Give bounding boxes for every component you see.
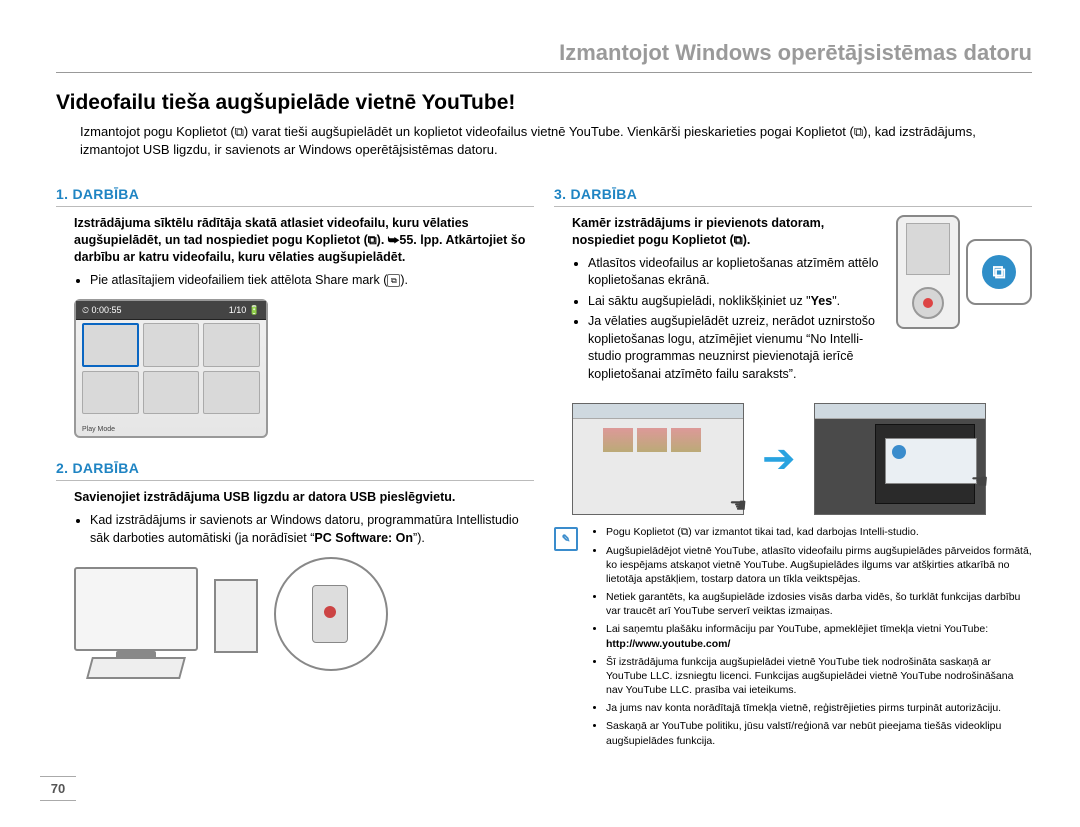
note-item: Netiek garantēts, ka augšupielāde izdosi… — [606, 590, 1032, 618]
step2-instruction: Savienojiet izstrādājuma USB ligzdu ar d… — [74, 489, 534, 506]
note-item: Saskaņā ar YouTube politiku, jūsu valstī… — [606, 719, 1032, 747]
share-mark-icon: ⧉ — [387, 274, 400, 287]
hand-cursor-icon: ☚ — [729, 493, 747, 518]
upload-dialog-screenshot: ☚ — [572, 403, 744, 515]
step3-bullet2: Lai sāktu augšupielādi, noklikšķiniet uz… — [588, 293, 886, 311]
step3-instruction: Kamēr izstrādājums ir pievienots datoram… — [572, 215, 886, 249]
page-title: Videofailu tieša augšupielāde vietnē You… — [56, 91, 1032, 115]
intellistudio-screenshot: ☚ — [814, 403, 986, 515]
note-item: Šī izstrādājuma funkcija augšupielādei v… — [606, 655, 1032, 698]
arrow-icon: ➔ — [762, 436, 796, 482]
thumb-time: ⏲ 0:00:55 — [82, 305, 122, 316]
step2-heading: 2. DARBĪBA — [56, 460, 534, 481]
hand-cursor-icon: ☚ — [971, 469, 989, 494]
note-item: Pogu Koplietot (⧉) var izmantot tikai ta… — [606, 525, 1032, 539]
thumb-count: 1/10 🔋 — [229, 305, 260, 316]
section-header: Izmantojot Windows operētājsistēmas dato… — [56, 40, 1032, 73]
youtube-url: http://www.youtube.com/ — [606, 638, 730, 650]
notes-block: ✎ Pogu Koplietot (⧉) var izmantot tikai … — [554, 525, 1032, 751]
info-icon: ✎ — [554, 527, 578, 551]
step1-instruction: Izstrādājuma sīktēlu rādītāja skatā atla… — [74, 215, 534, 266]
thumb-footer: Play Mode — [82, 426, 115, 433]
note-item: Lai saņemtu plašāku informāciju par YouT… — [606, 622, 1032, 650]
page-number: 70 — [40, 776, 76, 801]
thumbnail-preview: ⏲ 0:00:55 1/10 🔋 Play Mode — [74, 299, 268, 438]
pc-connection-illustration — [74, 557, 414, 687]
step1-bullet: Pie atlasītajiem videofailiem tiek attēl… — [90, 272, 534, 290]
step1-heading: 1. DARBĪBA — [56, 186, 534, 207]
step3-heading: 3. DARBĪBA — [554, 186, 1032, 207]
share-button-callout: ⧉ — [966, 239, 1032, 305]
step2-bullet: Kad izstrādājums ir savienots ar Windows… — [90, 512, 534, 547]
note-item: Ja jums nav konta norādītajā tīmekļa vie… — [606, 701, 1032, 715]
device-illustration: ⧉ — [896, 215, 1032, 329]
note-item: Augšupielādējot vietnē YouTube, atlasīto… — [606, 544, 1032, 587]
step3-bullet3: Ja vēlaties augšupielādēt uzreiz, nerādo… — [588, 313, 886, 383]
step3-bullet1: Atlasītos videofailus ar koplietošanas a… — [588, 255, 886, 290]
software-screenshots: ☚ ➔ ☚ — [572, 403, 1032, 515]
share-button-icon: ⧉ — [982, 255, 1016, 289]
intro-text: Izmantojot pogu Koplietot (⧉) varat tieš… — [80, 123, 1032, 158]
